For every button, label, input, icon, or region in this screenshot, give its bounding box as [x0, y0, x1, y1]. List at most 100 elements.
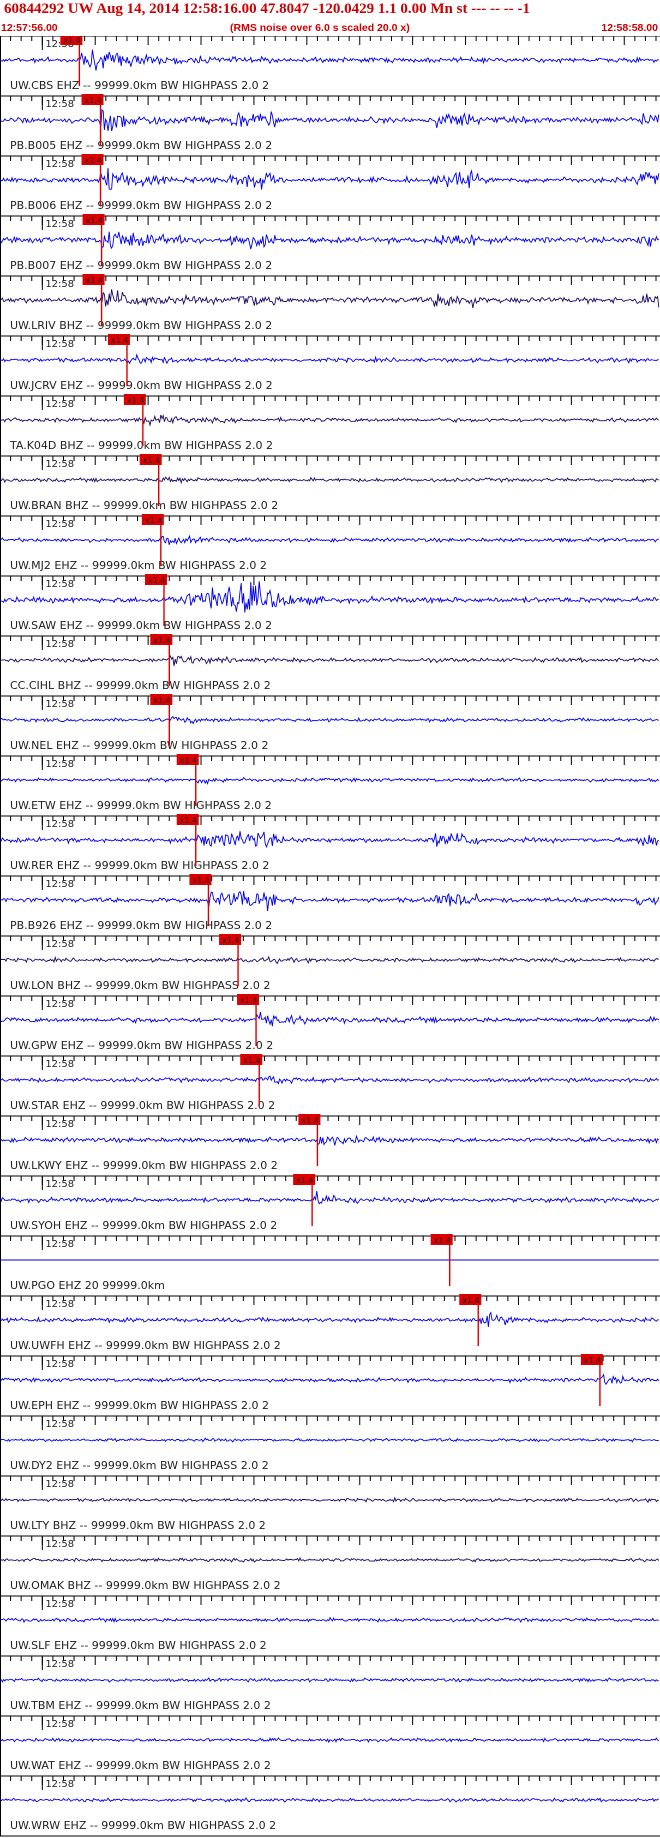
- waveform-trace: [0, 476, 659, 485]
- minute-marker: 12:58: [45, 1299, 74, 1310]
- minute-marker: 12:58: [45, 1599, 74, 1610]
- waveform-trace: [0, 231, 660, 250]
- trace-row: 12:58 UW.WAT EHZ -- 99999.0km BW HIGHPASS…: [0, 1715, 660, 1772]
- minute-marker: 12:58: [45, 459, 74, 470]
- trace-row: 12:58 UW.SYOH EHZ -- 99999.0km BW HIGHPAS…: [0, 1174, 660, 1232]
- minute-marker: 12:58: [45, 819, 74, 830]
- pick-label: x1.4: [301, 1116, 318, 1125]
- station-label: UW.SAW EHZ -- 99999.0km BW HIGHPASS 2.0 …: [10, 619, 272, 632]
- waveform-trace: [0, 1191, 660, 1205]
- waveform-trace: [0, 831, 660, 849]
- trace-row: 12:58 PB.B007 EHZ -- 99999.0km BW HIGHPAS…: [0, 214, 660, 272]
- minute-marker: 12:58: [45, 879, 74, 890]
- waveform-trace: [0, 49, 659, 71]
- minute-marker: 12:58: [45, 159, 74, 170]
- station-label: UW.EPH EHZ -- 99999.0km BW HIGHPASS 2.0 …: [10, 1399, 269, 1412]
- trace-row: 12:58 TA.K04D BHZ -- 99999.0km BW HIGHPAS…: [0, 394, 660, 452]
- pick-label: x1.4: [584, 1356, 601, 1365]
- station-label: UW.JCRV EHZ -- 99999.0km BW HIGHPASS 2.0…: [10, 379, 273, 392]
- minute-marker: 12:58: [45, 279, 74, 290]
- pick-label: x1.4: [296, 1176, 313, 1185]
- station-label: UW.DY2 EHZ -- 99999.0km BW HIGHPASS 2.0 …: [10, 1459, 269, 1472]
- trace-row: 12:58 PB.B926 EHZ -- 99999.0km BW HIGHPAS…: [0, 874, 660, 932]
- minute-marker: 12:58: [45, 1539, 74, 1550]
- station-label: PB.B926 EHZ -- 99999.0km BW HIGHPASS 2.0…: [10, 919, 272, 932]
- trace-row: 12:58 UW.LTY BHZ -- 99999.0km BW HIGHPASS…: [0, 1475, 660, 1532]
- trace-row: 12:58 UW.WRW EHZ -- 99999.0km BW HIGHPASS…: [0, 1775, 660, 1832]
- trace-row: 12:58 UW.EPH EHZ -- 99999.0km BW HIGHPASS…: [0, 1354, 660, 1412]
- minute-marker: 12:58: [45, 1239, 74, 1250]
- seismogram-plot: 12:58 UW.CBS EHZ -- 99999.0km BW HIGHPASS…: [0, 36, 660, 1837]
- waveform-trace: [0, 1737, 660, 1744]
- minute-marker: 12:58: [45, 1479, 74, 1490]
- minute-marker: 12:58: [45, 1419, 74, 1430]
- event-title: 60844292 UW Aug 14, 2014 12:58:16.00 47.…: [4, 1, 530, 17]
- station-label: UW.LRIV BHZ -- 99999.0km BW HIGHPASS 2.0…: [10, 319, 272, 332]
- minute-marker: 12:58: [45, 579, 74, 590]
- station-label: PB.B007 EHZ -- 99999.0km BW HIGHPASS 2.0…: [10, 259, 272, 272]
- waveform-trace: [0, 1134, 660, 1146]
- waveform-trace: [0, 1616, 659, 1624]
- waveform-trace: [0, 581, 659, 613]
- station-label: UW.MJ2 EHZ -- 99999.0km BW HIGHPASS 2.0 …: [10, 559, 267, 572]
- trace-row: 12:58 UW.GPW EHZ -- 99999.0km BW HIGHPASS…: [0, 994, 660, 1052]
- trace-row: 12:58 PB.B005 EHZ -- 99999.0km BW HIGHPAS…: [0, 94, 660, 152]
- waveform-trace: [0, 108, 660, 132]
- trace-row: 12:58 UW.SLF EHZ -- 99999.0km BW HIGHPASS…: [0, 1595, 660, 1652]
- pick-label: x1.4: [180, 756, 197, 765]
- pick-label: x1.4: [85, 156, 102, 165]
- trace-row: 12:58 UW.MJ2 EHZ -- 99999.0km BW HIGHPASS…: [0, 514, 660, 572]
- trace-row: 12:58 UW.DY2 EHZ -- 99999.0km BW HIGHPASS…: [0, 1415, 660, 1472]
- trace-row: 12:58 CC.CIHL BHZ -- 99999.0km BW HIGHPAS…: [0, 634, 660, 692]
- waveform-trace: [0, 1797, 660, 1803]
- trace-row: 12:58 UW.OMAK BHZ -- 99999.0km BW HIGHPAS…: [0, 1535, 660, 1592]
- trace-row: 12:58 UW.ETW EHZ -- 99999.0km BW HIGHPASS…: [0, 754, 660, 812]
- station-label: UW.SLF EHZ -- 99999.0km BW HIGHPASS 2.0 …: [10, 1639, 267, 1652]
- pick-label: x1.4: [86, 276, 103, 285]
- minute-marker: 12:58: [45, 399, 74, 410]
- station-label: UW.OMAK BHZ -- 99999.0km BW HIGHPASS 2.0…: [10, 1579, 281, 1592]
- trace-row: 12:58 UW.LON BHZ -- 99999.0km BW HIGHPASS…: [0, 934, 660, 992]
- minute-marker: 12:58: [45, 1359, 74, 1370]
- waveform-trace: [0, 289, 660, 308]
- minute-marker: 12:58: [45, 699, 74, 710]
- pick-label: x1.4: [240, 996, 257, 1005]
- station-label: UW.LKWY EHZ -- 99999.0km BW HIGHPASS 2.0…: [10, 1159, 278, 1172]
- waveform-trace: [0, 1556, 660, 1563]
- trace-row: 12:58 UW.PGO EHZ 20 99999.0km x1.4: [0, 1234, 660, 1292]
- minute-marker: 12:58: [45, 1179, 74, 1190]
- station-label: UW.UWFH EHZ -- 99999.0km BW HIGHPASS 2.0…: [10, 1339, 281, 1352]
- pick-label: x1.4: [180, 816, 197, 825]
- pick-label: x1.4: [127, 396, 144, 405]
- pick-label: x1.4: [143, 456, 160, 465]
- trace-row: 12:58 UW.LKWY EHZ -- 99999.0km BW HIGHPAS…: [0, 1114, 660, 1172]
- pick-label: x1.4: [145, 516, 162, 525]
- trace-row: 12:58 UW.NEL EHZ -- 99999.0km BW HIGHPASS…: [0, 694, 660, 752]
- station-label: UW.LTY BHZ -- 99999.0km BW HIGHPASS 2.0 …: [10, 1519, 266, 1532]
- waveform-trace: [0, 1311, 659, 1328]
- station-label: UW.PGO EHZ 20 99999.0km: [10, 1279, 165, 1292]
- waveform-trace: [0, 534, 659, 545]
- trace-row: 12:58 UW.RER EHZ -- 99999.0km BW HIGHPASS…: [0, 814, 660, 872]
- waveform-trace: [0, 890, 660, 911]
- pick-label: x1.4: [153, 636, 170, 645]
- station-label: CC.CIHL BHZ -- 99999.0km BW HIGHPASS 2.0…: [10, 679, 271, 692]
- minute-marker: 12:58: [45, 999, 74, 1010]
- station-label: UW.STAR EHZ -- 99999.0km BW HIGHPASS 2.0…: [10, 1099, 275, 1112]
- pick-label: x1.4: [222, 936, 239, 945]
- station-label: UW.GPW EHZ -- 99999.0km BW HIGHPASS 2.0 …: [10, 1039, 273, 1052]
- waveform-trace: [0, 1677, 659, 1683]
- minute-marker: 12:58: [45, 219, 74, 230]
- waveform-trace: [0, 1496, 659, 1504]
- pick-label: x1.4: [434, 1236, 451, 1245]
- waveform-trace: [0, 777, 660, 786]
- waveform-trace: [0, 167, 660, 190]
- waveform-trace: [0, 654, 659, 666]
- waveform-trace: [0, 1012, 660, 1027]
- trace-row: 12:58 UW.UWFH EHZ -- 99999.0km BW HIGHPAS…: [0, 1294, 660, 1352]
- trace-row: 12:58 UW.LRIV BHZ -- 99999.0km BW HIGHPAS…: [0, 274, 660, 332]
- start-time: 12:57:56.00: [1, 22, 58, 34]
- waveform-trace: [0, 715, 659, 725]
- station-label: UW.BRAN BHZ -- 99999.0km BW HIGHPASS 2.0…: [10, 499, 278, 512]
- minute-marker: 12:58: [45, 939, 74, 950]
